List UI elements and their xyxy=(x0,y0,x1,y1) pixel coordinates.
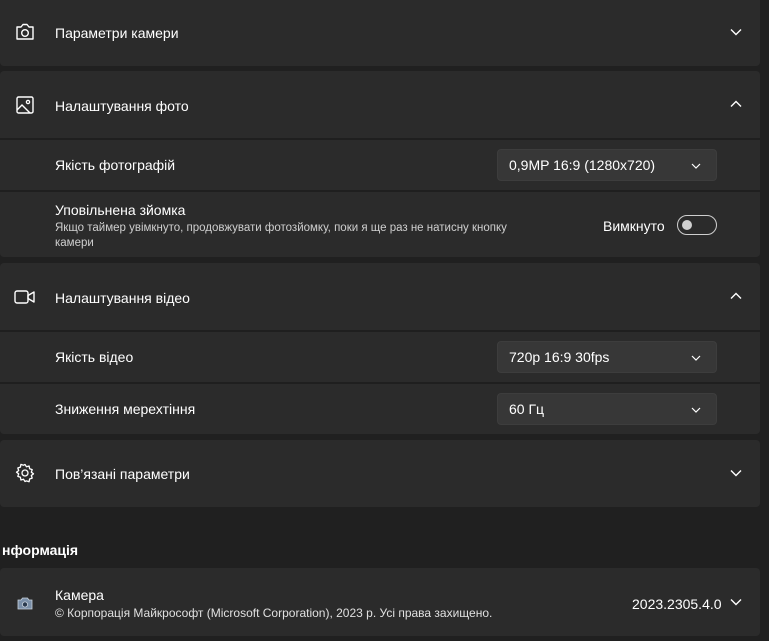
photo-settings-label: Налаштування фото xyxy=(55,98,189,114)
timelapse-row: Уповільнена зйомка Якщо таймер увімкнуто… xyxy=(0,192,760,257)
chevron-down-icon[interactable] xyxy=(728,24,744,40)
video-settings-header[interactable]: Налаштування відео xyxy=(0,263,760,330)
copyright-text: © Корпорація Майкрософт (Microsoft Corpo… xyxy=(55,606,493,620)
video-quality-value: 720p 16:9 30fps xyxy=(509,349,610,365)
chevron-up-icon[interactable] xyxy=(728,96,744,112)
timelapse-description: Якщо таймер увімкнуто, продовжувати фото… xyxy=(55,221,575,251)
chevron-down-icon[interactable] xyxy=(728,594,744,610)
timelapse-label: Уповільнена зйомка xyxy=(55,202,186,218)
camera-settings-label: Параметри камери xyxy=(55,25,179,41)
flicker-label: Зниження мерехтіння xyxy=(55,401,196,417)
photo-settings-header[interactable]: Налаштування фото xyxy=(0,71,760,138)
flicker-select[interactable]: 60 Гц xyxy=(497,393,717,425)
photo-quality-value: 0,9MP 16:9 (1280x720) xyxy=(509,157,656,173)
chevron-down-icon xyxy=(690,351,702,363)
video-icon xyxy=(14,286,36,308)
photo-quality-row: Якість фотографій 0,9MP 16:9 (1280x720) xyxy=(0,140,760,190)
about-camera-row[interactable]: Камера © Корпорація Майкрософт (Microsof… xyxy=(0,568,760,636)
timelapse-description-line2: камери xyxy=(55,237,94,249)
photo-quality-select[interactable]: 0,9MP 16:9 (1280x720) xyxy=(497,149,717,181)
app-name: Камера xyxy=(55,587,104,603)
flicker-value: 60 Гц xyxy=(509,401,545,417)
app-version: 2023.2305.4.0 xyxy=(632,596,722,612)
timelapse-state: Вимкнуто xyxy=(603,218,665,234)
chevron-up-icon[interactable] xyxy=(728,288,744,304)
chevron-down-icon[interactable] xyxy=(728,465,744,481)
video-quality-label: Якість відео xyxy=(55,349,134,365)
photo-quality-label: Якість фотографій xyxy=(55,157,176,173)
timelapse-description-line1: Якщо таймер увімкнуто, продовжувати фото… xyxy=(55,222,507,234)
video-quality-row: Якість відео 720p 16:9 30fps xyxy=(0,332,760,382)
chevron-down-icon xyxy=(690,159,702,171)
flicker-row: Зниження мерехтіння 60 Гц xyxy=(0,384,760,434)
video-quality-select[interactable]: 720p 16:9 30fps xyxy=(497,341,717,373)
timelapse-toggle[interactable] xyxy=(677,215,717,235)
related-settings-row[interactable]: Пов’язані параметри xyxy=(0,440,760,507)
related-settings-label: Пов’язані параметри xyxy=(55,466,190,482)
chevron-down-icon xyxy=(690,403,702,415)
camera-settings-row[interactable]: Параметри камери xyxy=(0,0,760,66)
info-section-title: нформація xyxy=(2,542,79,558)
image-icon xyxy=(14,94,36,116)
camera-icon xyxy=(14,21,36,43)
camera-app-icon xyxy=(14,592,36,614)
gear-icon xyxy=(14,462,36,484)
video-settings-label: Налаштування відео xyxy=(55,290,190,306)
toggle-knob xyxy=(682,220,692,230)
